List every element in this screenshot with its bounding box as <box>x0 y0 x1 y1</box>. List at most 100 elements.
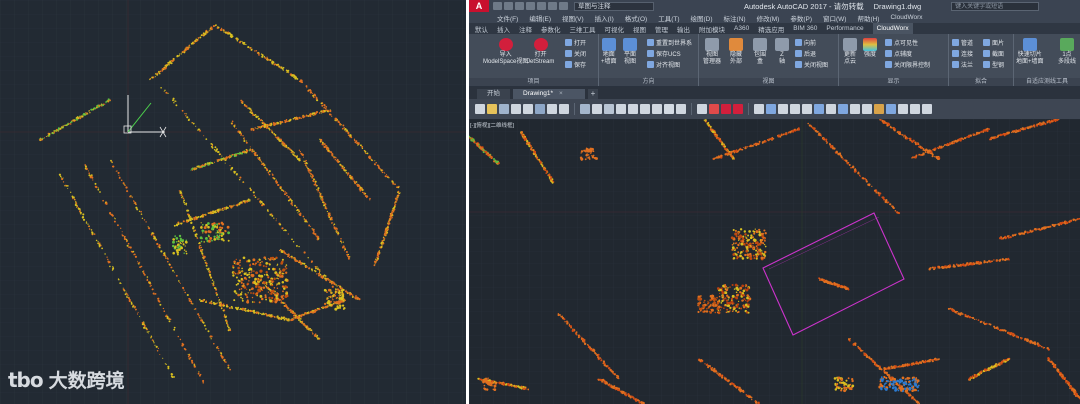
tab-start[interactable]: 开始 <box>477 89 510 99</box>
search-input[interactable]: 键入关键字或短语 <box>951 1 1040 11</box>
ribbon-tab[interactable]: Performance <box>826 25 863 32</box>
project-close-button[interactable]: 关闭 <box>565 49 586 58</box>
toolbar-tool-icon[interactable] <box>922 104 932 114</box>
intensity-button[interactable]: 强度 <box>863 38 877 59</box>
project-open-button[interactable]: 打开 <box>565 38 586 47</box>
toolbar-tool-icon[interactable] <box>874 104 884 114</box>
ribbon-tab[interactable]: 默认 <box>475 24 488 34</box>
plot-icon[interactable] <box>537 2 546 10</box>
back-button[interactable]: 后退 <box>795 49 816 58</box>
toolbar-tool-icon[interactable] <box>886 104 896 114</box>
toolbar-tool-icon[interactable] <box>790 104 800 114</box>
toolbar-tool-icon[interactable] <box>547 104 557 114</box>
new-tab-icon[interactable]: + <box>588 89 598 99</box>
toolbar-tool-icon[interactable] <box>664 104 674 114</box>
menu-item[interactable]: 格式(O) <box>625 13 647 23</box>
bounding-box-button[interactable]: 包围 盒 <box>753 38 767 66</box>
toolbar-tool-icon[interactable] <box>676 104 686 114</box>
toolbar-tool-icon[interactable] <box>766 104 776 114</box>
toolbar-tool-icon[interactable] <box>814 104 824 114</box>
close-icon[interactable]: × <box>559 90 563 97</box>
toolbar-tool-icon[interactable] <box>604 104 614 114</box>
save-icon[interactable] <box>515 2 524 10</box>
project-save-button[interactable]: 保存 <box>565 60 586 69</box>
toolbar-tool-icon[interactable] <box>838 104 848 114</box>
redo-icon[interactable] <box>559 2 568 10</box>
toolbar-tool-icon[interactable] <box>910 104 920 114</box>
z-axis-button[interactable]: Z 轴 <box>775 38 789 66</box>
tab-drawing1[interactable]: Drawing1* × <box>513 89 585 99</box>
toolbar-tool-icon[interactable] <box>697 104 707 114</box>
patch-button[interactable]: 面片 <box>983 38 1004 47</box>
ribbon-tab[interactable]: 输出 <box>677 24 690 34</box>
ribbon-tab[interactable]: 三维工具 <box>570 24 596 34</box>
menu-item[interactable]: 文件(F) <box>497 13 518 23</box>
menu-item[interactable]: 标注(N) <box>724 13 746 23</box>
menu-item[interactable]: 参数(P) <box>790 13 812 23</box>
menu-item[interactable]: 视图(V) <box>562 13 584 23</box>
ribbon-tab[interactable]: 视图 <box>633 24 646 34</box>
menu-item[interactable]: 工具(T) <box>658 13 679 23</box>
toolbar-tool-icon[interactable] <box>559 104 569 114</box>
menu-item[interactable]: 编辑(E) <box>529 13 551 23</box>
toolbar-tool-icon[interactable] <box>592 104 602 114</box>
point-size-button[interactable]: 点辅度 <box>885 49 912 58</box>
toolbar-tool-icon[interactable] <box>862 104 872 114</box>
menu-item[interactable]: CloudWorx <box>890 14 922 21</box>
new-file-icon[interactable] <box>493 2 502 10</box>
save-as-icon[interactable] <box>526 2 535 10</box>
hide-outside-button[interactable]: 隐藏 外部 <box>729 38 743 66</box>
pipe-button[interactable]: 管道 <box>952 38 973 47</box>
plan-view-button[interactable]: 平面 视图 <box>623 38 637 66</box>
toolbar-tool-icon[interactable] <box>640 104 650 114</box>
toolbar-tool-icon[interactable] <box>487 104 497 114</box>
reset-ucs-button[interactable]: 重置到世界系 <box>647 38 692 47</box>
update-pointcloud-button[interactable]: 更新 点云 <box>843 38 857 66</box>
ground-wall-button[interactable]: 地面 +墙面 <box>601 38 617 66</box>
toolbar-tool-icon[interactable] <box>778 104 788 114</box>
close-view-button[interactable]: 关闭视图 <box>795 60 828 69</box>
toolbar-tool-icon[interactable] <box>628 104 638 114</box>
limit-box-button[interactable]: 关闭限界控制 <box>885 60 930 69</box>
align-view-button[interactable]: 对齐视图 <box>647 60 680 69</box>
undo-icon[interactable] <box>548 2 557 10</box>
open-file-icon[interactable] <box>504 2 513 10</box>
toolbar-tool-icon[interactable] <box>754 104 764 114</box>
menu-item[interactable]: 修改(M) <box>757 13 780 23</box>
toolbar-tool-icon[interactable] <box>616 104 626 114</box>
ribbon-tab[interactable]: A360 <box>734 25 749 32</box>
autocad-logo-icon[interactable]: A <box>469 0 489 12</box>
ribbon-tab[interactable]: 参数化 <box>541 24 561 34</box>
drawing-canvas[interactable]: [-][俯视][二维线框] <box>469 119 1080 404</box>
toolbar-tool-icon[interactable] <box>733 104 743 114</box>
menu-item[interactable]: 帮助(H) <box>857 13 879 23</box>
menu-item[interactable]: 窗口(W) <box>823 13 846 23</box>
open-jetstream-button[interactable]: 打开 JetStream <box>527 38 554 66</box>
section-button[interactable]: 截面 <box>983 49 1004 58</box>
toolbar-tool-icon[interactable] <box>499 104 509 114</box>
toolbar-tool-icon[interactable] <box>475 104 485 114</box>
shape-steel-button[interactable]: 型钢 <box>983 60 1004 69</box>
menu-item[interactable]: 插入(I) <box>595 13 614 23</box>
one-point-polyline-button[interactable]: 1点 多段线 <box>1058 38 1076 66</box>
ribbon-tab[interactable]: 可视化 <box>605 24 625 34</box>
toolbar-tool-icon[interactable] <box>898 104 908 114</box>
point-visibility-button[interactable]: 点可见性 <box>885 38 918 47</box>
toolbar-tool-icon[interactable] <box>850 104 860 114</box>
toolbar-tool-icon[interactable] <box>523 104 533 114</box>
left-pointcloud-viewport[interactable]: tbo 大数跨境 <box>0 0 466 404</box>
ribbon-tab[interactable]: BIM 360 <box>793 25 817 32</box>
view-manager-button[interactable]: 视图 管理器 <box>703 38 721 66</box>
toolbar-tool-icon[interactable] <box>721 104 731 114</box>
toolbar-tool-icon[interactable] <box>535 104 545 114</box>
ribbon-tab[interactable]: 附加模块 <box>699 24 725 34</box>
flange-button[interactable]: 法兰 <box>952 60 973 69</box>
toolbar-tool-icon[interactable] <box>826 104 836 114</box>
toolbar-tool-icon[interactable] <box>652 104 662 114</box>
ribbon-tab[interactable]: 管理 <box>655 24 668 34</box>
toolbar-tool-icon[interactable] <box>709 104 719 114</box>
ribbon-tab[interactable]: 插入 <box>497 24 510 34</box>
connect-button[interactable]: 连接 <box>952 49 973 58</box>
toolbar-tool-icon[interactable] <box>580 104 590 114</box>
quick-slice-button[interactable]: 快速切片 地面+墙面 <box>1016 38 1044 66</box>
